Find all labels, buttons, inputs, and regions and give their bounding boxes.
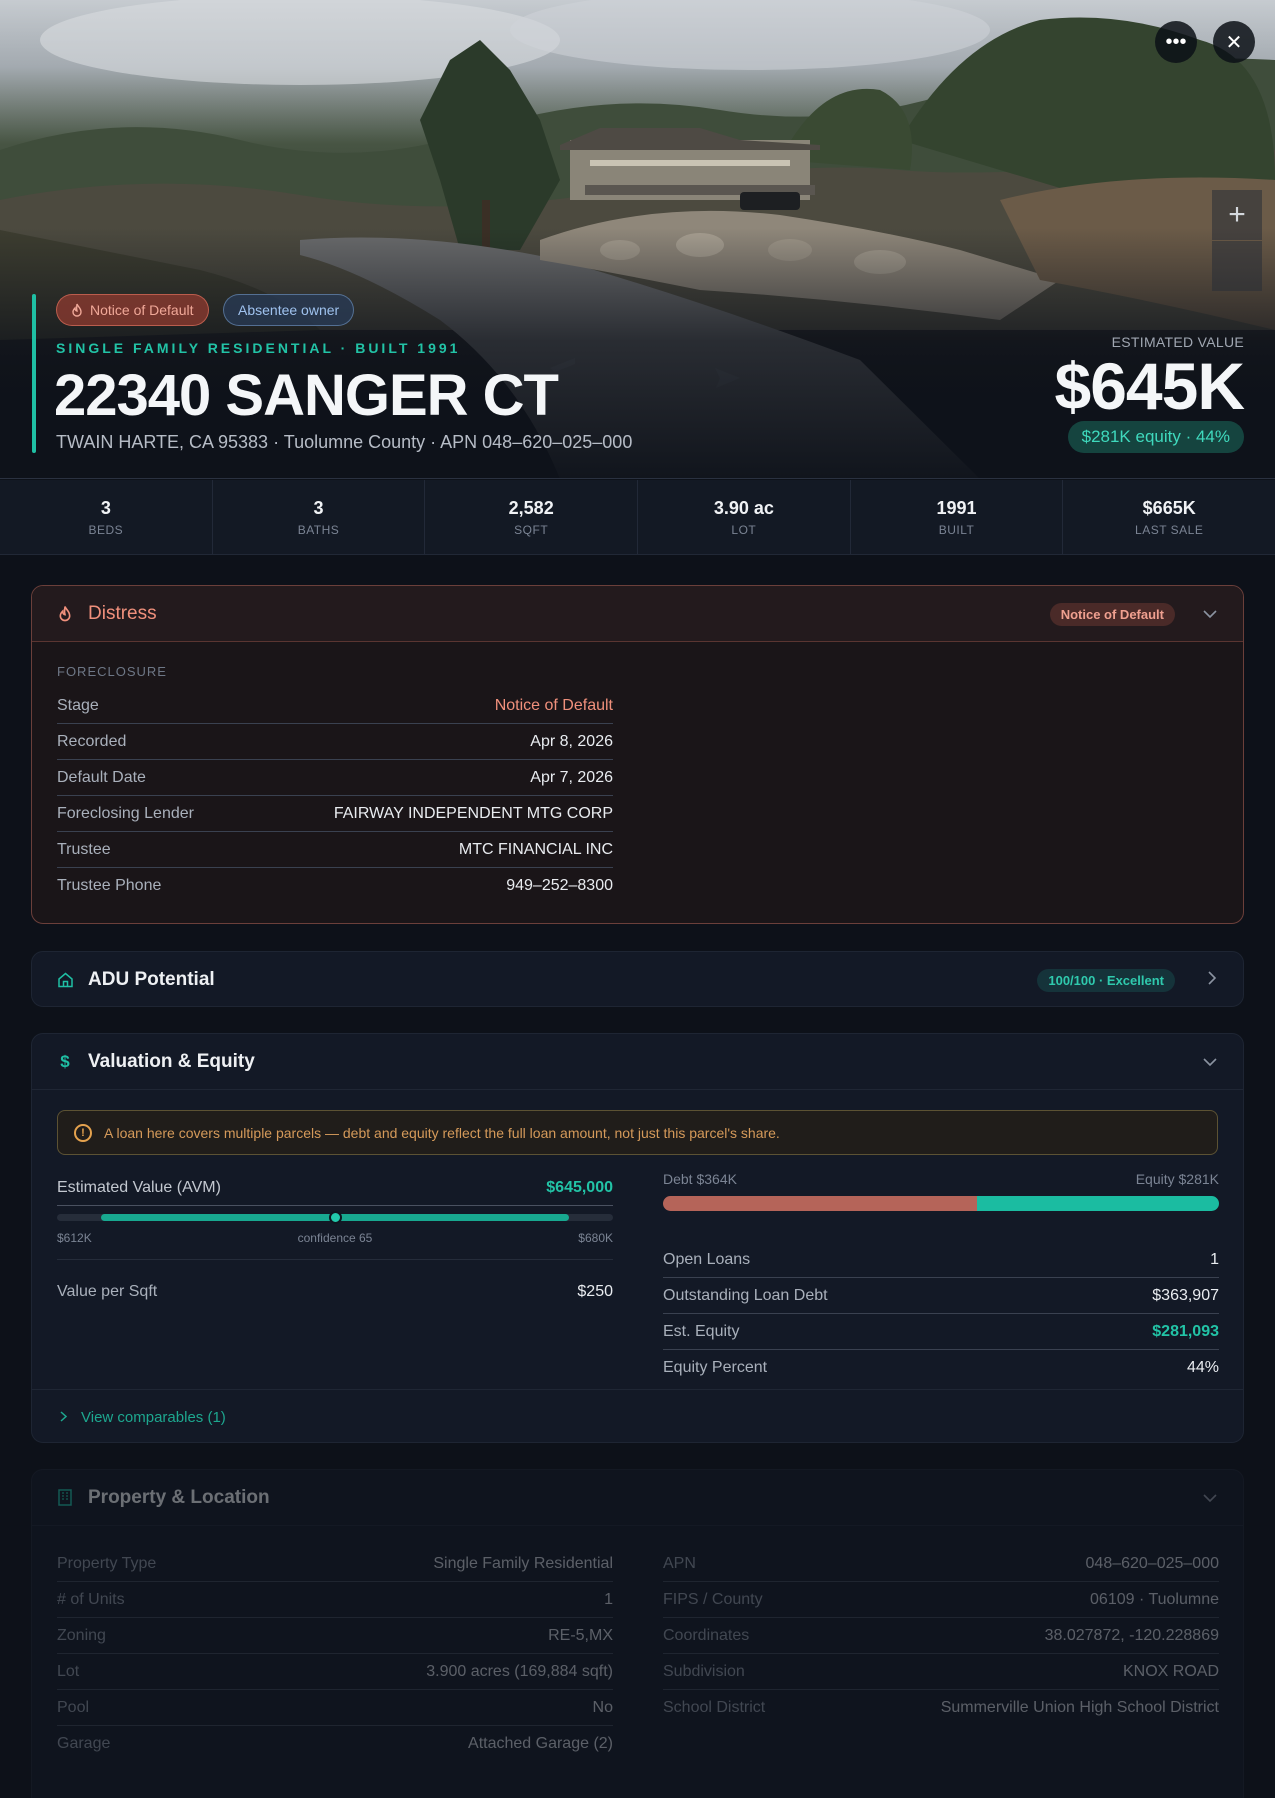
property-row: # of Units 1 <box>57 1582 613 1618</box>
property-row: Zoning RE-5,MX <box>57 1618 613 1654</box>
property-row: Property Type Single Family Residential <box>57 1546 613 1582</box>
location-row: Coordinates 38.027872, -120.228869 <box>663 1618 1219 1654</box>
valuation-title: Valuation & Equity <box>88 1050 255 1072</box>
stats-bar: 3 BEDS 3 BATHS 2,582 SQFT 3.90 ac LOT 1991 BU… <box>0 480 1275 555</box>
close-icon: ✕ <box>1225 31 1243 54</box>
equity-pill: $281K equity · 44% <box>1067 421 1244 453</box>
value-range-knob <box>328 1211 342 1224</box>
adu-title: ADU Potential <box>88 969 215 990</box>
foreclosure-caption: FORECLOSURE <box>57 664 167 679</box>
building-icon <box>56 1489 74 1507</box>
home-icon <box>56 971 74 989</box>
distress-row: Default Date Apr 7, 2026 <box>57 760 613 796</box>
loan-row: Open Loans 1 <box>663 1242 1219 1278</box>
multi-parcel-warning: ! A loan here covers multiple parcels — … <box>57 1110 1218 1155</box>
loan-row: Outstanding Loan Debt $363,907 <box>663 1278 1219 1314</box>
tag-notice-of-default: Notice of Default <box>56 294 209 326</box>
divider <box>57 1259 613 1260</box>
equity-segment <box>976 1196 1219 1211</box>
adu-header[interactable]: ADU Potential 100/100 · Excellent <box>32 952 1243 1006</box>
stat-sqft: 2,582 SQFT <box>425 480 639 554</box>
loan-row: Equity Percent 44% <box>663 1359 1219 1376</box>
flame-icon <box>56 605 74 623</box>
property-location-panel: Property & Location Property Type Single … <box>31 1469 1244 1798</box>
distress-header[interactable]: Distress Notice of Default <box>32 586 1243 642</box>
property-subtitle: SINGLE FAMILY RESIDENTIAL · BUILT 1991 <box>56 340 461 356</box>
equity-label: Equity $281K <box>1135 1171 1219 1187</box>
value-range-slider <box>57 1211 613 1224</box>
location-row: Subdivision KNOX ROAD <box>663 1654 1219 1690</box>
more-options-button[interactable]: ••• <box>1155 21 1197 63</box>
dollar-icon: $ <box>60 1051 70 1071</box>
property-row: Garage Attached Garage (2) <box>57 1735 613 1752</box>
distress-panel: Distress Notice of Default FORECLOSURE S… <box>31 585 1244 924</box>
stat-beds: 3 BEDS <box>0 480 213 554</box>
hero-photo: ••• ✕ + Notice of Default Absentee owner… <box>0 0 1275 479</box>
distress-title: Distress <box>88 602 157 624</box>
distress-row: Foreclosing Lender FAIRWAY INDEPENDENT MT… <box>57 796 613 832</box>
zoom-out-button[interactable] <box>1212 241 1262 291</box>
debt-equity-bar <box>663 1196 1219 1211</box>
distress-row: Recorded Apr 8, 2026 <box>57 724 613 760</box>
zoom-in-button[interactable]: + <box>1212 190 1262 240</box>
close-button[interactable]: ✕ <box>1213 21 1255 63</box>
loan-row: Est. Equity $281,093 <box>663 1314 1219 1350</box>
stat-built: 1991 BUILT <box>851 480 1064 554</box>
adu-score-badge: 100/100 · Excellent <box>1037 969 1175 992</box>
chevron-right-icon <box>60 1409 68 1426</box>
adu-panel[interactable]: ADU Potential 100/100 · Excellent <box>31 951 1244 1007</box>
hero-accent-bar <box>32 294 36 453</box>
debt-segment <box>663 1196 977 1211</box>
location-row: FIPS / County 06109 · Tuolumne <box>663 1582 1219 1618</box>
view-comparables-link[interactable]: View comparables (1) <box>32 1389 1243 1442</box>
stat-last-sale: $665K LAST SALE <box>1135 498 1204 537</box>
location-row: APN 048–620–025–000 <box>663 1546 1219 1582</box>
tag-absentee-owner: Absentee owner <box>223 294 355 326</box>
stat-baths: 3 BATHS <box>213 480 426 554</box>
property-title: Property & Location <box>88 1486 270 1508</box>
chevron-down-icon[interactable] <box>1203 606 1217 622</box>
property-address-line: TWAIN HARTE, CA 95383 · Tuolumne County … <box>56 432 633 452</box>
range-high-label: $680K <box>578 1231 613 1245</box>
distress-badge: Notice of Default <box>1049 603 1175 626</box>
distress-row: Trustee Phone 949–252–8300 <box>57 877 613 894</box>
value-per-sqft-row: Value per Sqft $250 <box>57 1283 613 1300</box>
property-address: 22340 SANGER CT <box>54 363 559 428</box>
distress-row: Trustee MTC FINANCIAL INC <box>57 832 613 868</box>
alert-circle-icon: ! <box>74 1123 92 1142</box>
chevron-down-icon[interactable] <box>1203 1490 1217 1506</box>
property-row: Pool No <box>57 1690 613 1726</box>
valuation-panel: $ Valuation & Equity ! A loan here cover… <box>31 1033 1244 1443</box>
plus-icon: + <box>1228 198 1246 231</box>
estimated-value: $645K <box>1054 349 1245 423</box>
property-header[interactable]: Property & Location <box>32 1470 1243 1526</box>
stat-lot: 3.90 ac LOT <box>638 480 851 554</box>
avm-row: Estimated Value (AVM) $645,000 <box>57 1170 613 1206</box>
distress-row: Stage Notice of Default <box>57 688 613 724</box>
chevron-right-icon[interactable] <box>1208 971 1217 988</box>
location-row: School District Summerville Union High Sc… <box>663 1699 1219 1716</box>
property-row: Lot 3.900 acres (169,884 sqft) <box>57 1654 613 1690</box>
valuation-header[interactable]: $ Valuation & Equity <box>32 1034 1243 1090</box>
chevron-down-icon[interactable] <box>1203 1054 1217 1070</box>
flame-icon <box>72 303 82 317</box>
more-horizontal-icon: ••• <box>1165 30 1187 53</box>
